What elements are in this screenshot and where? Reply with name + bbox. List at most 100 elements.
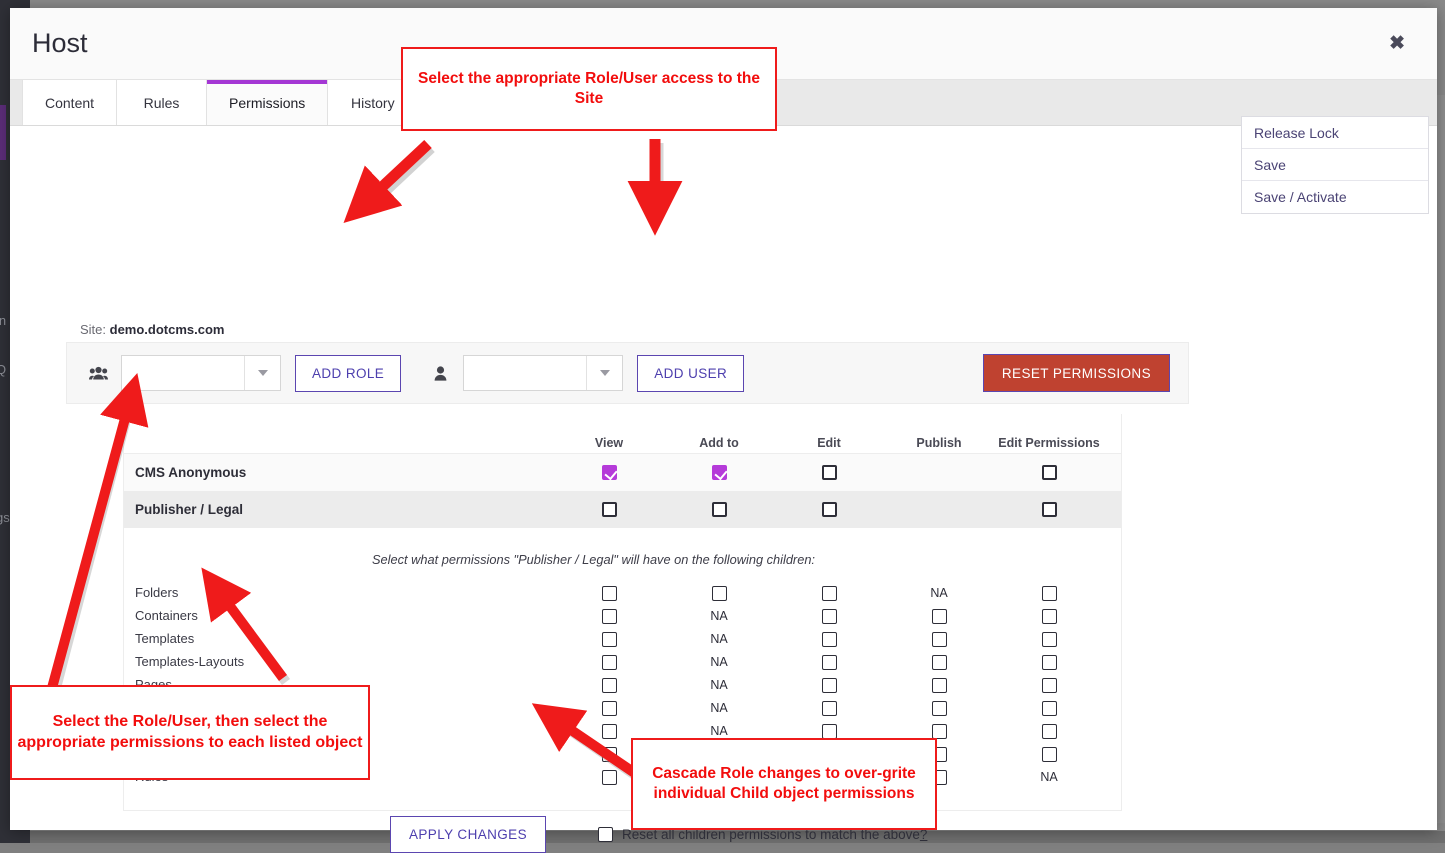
checkbox-edit-permissions[interactable] [1042, 609, 1057, 624]
checkbox-publish[interactable] [932, 655, 947, 670]
checkbox-view[interactable] [602, 586, 617, 601]
cell-view[interactable] [554, 676, 664, 692]
table-row[interactable]: CMS Anonymous [124, 454, 1121, 491]
cell-edit-permissions[interactable] [994, 745, 1104, 761]
cell-view[interactable] [554, 502, 664, 518]
action-release-lock[interactable]: Release Lock [1242, 117, 1428, 149]
checkbox-edit-permissions[interactable] [1042, 632, 1057, 647]
add-user-button[interactable]: ADD USER [637, 355, 744, 392]
cell-view[interactable] [554, 584, 664, 600]
role-name: Publisher / Legal [124, 502, 554, 517]
cell-add-to[interactable] [664, 465, 774, 481]
checkbox-publish[interactable] [932, 678, 947, 693]
checkbox-edit-permissions[interactable] [1042, 655, 1057, 670]
cell-publish[interactable] [884, 699, 994, 715]
action-panel: Release Lock Save Save / Activate [1241, 116, 1429, 214]
checkbox-edit[interactable] [822, 632, 837, 647]
checkbox-publish[interactable] [932, 724, 947, 739]
checkbox-view[interactable] [602, 502, 617, 517]
tab-rules[interactable]: Rules [117, 80, 207, 125]
cell-edit-permissions[interactable] [994, 465, 1104, 481]
checkbox-add-to[interactable] [712, 502, 727, 517]
user-icon [427, 366, 453, 381]
cell-edit[interactable] [774, 630, 884, 646]
apply-changes-button[interactable]: APPLY CHANGES [390, 816, 546, 853]
cell-edit-permissions[interactable] [994, 699, 1104, 715]
na-label: NA [710, 701, 727, 715]
cell-edit-permissions[interactable] [994, 502, 1104, 518]
site-label: Site: demo.dotcms.com [80, 322, 225, 337]
chevron-down-icon[interactable] [244, 356, 280, 390]
cell-edit-permissions[interactable] [994, 630, 1104, 646]
cell-publish[interactable] [884, 722, 994, 738]
cell-view[interactable] [554, 465, 664, 481]
checkbox-edit[interactable] [822, 724, 837, 739]
checkbox-edit[interactable] [822, 465, 837, 480]
cell-edit-permissions[interactable] [994, 584, 1104, 600]
cell-view[interactable] [554, 630, 664, 646]
cell-publish[interactable] [884, 630, 994, 646]
cell-edit[interactable] [774, 699, 884, 715]
checkbox-edit-permissions[interactable] [1042, 724, 1057, 739]
site-name: demo.dotcms.com [110, 322, 225, 337]
rail-fragment: gs [0, 510, 10, 525]
checkbox-edit[interactable] [822, 586, 837, 601]
add-role-button[interactable]: ADD ROLE [295, 355, 401, 392]
checkbox-edit-permissions[interactable] [1042, 502, 1057, 517]
close-icon[interactable]: ✖ [1383, 30, 1411, 57]
cell-edit[interactable] [774, 722, 884, 738]
checkbox-edit[interactable] [822, 502, 837, 517]
cell-edit[interactable] [774, 502, 884, 518]
cell-edit-permissions[interactable] [994, 676, 1104, 692]
tab-permissions[interactable]: Permissions [207, 80, 328, 125]
cell-add-to[interactable] [664, 502, 774, 518]
checkbox-publish[interactable] [932, 632, 947, 647]
cell-view[interactable] [554, 653, 664, 669]
action-save-activate[interactable]: Save / Activate [1242, 181, 1428, 213]
cell-edit-permissions[interactable] [994, 722, 1104, 738]
cell-publish[interactable] [884, 607, 994, 623]
action-save[interactable]: Save [1242, 149, 1428, 181]
checkbox-publish[interactable] [932, 701, 947, 716]
checkbox-view[interactable] [602, 678, 617, 693]
cell-edit[interactable] [774, 653, 884, 669]
checkbox-edit-permissions[interactable] [1042, 747, 1057, 762]
tab-content[interactable]: Content [22, 80, 117, 125]
cell-view[interactable] [554, 607, 664, 623]
user-combobox[interactable] [463, 355, 623, 391]
cell-edit-permissions[interactable] [994, 653, 1104, 669]
checkbox-view[interactable] [602, 655, 617, 670]
permission-toolbar: ADD ROLE ADD USER RESET PERMISSIONS [66, 342, 1189, 404]
reset-permissions-button[interactable]: RESET PERMISSIONS [983, 354, 1170, 392]
checkbox-edit-permissions[interactable] [1042, 586, 1057, 601]
checkbox-publish[interactable] [932, 609, 947, 624]
checkbox-edit-permissions[interactable] [1042, 701, 1057, 716]
cell-publish[interactable] [884, 676, 994, 692]
cascade-checkbox[interactable] [598, 827, 613, 842]
user-input[interactable] [464, 356, 586, 390]
cell-edit-permissions[interactable] [994, 607, 1104, 623]
cell-edit[interactable] [774, 465, 884, 481]
checkbox-add-to[interactable] [712, 586, 727, 601]
checkbox-view[interactable] [602, 632, 617, 647]
cell-publish[interactable] [884, 653, 994, 669]
checkbox-view[interactable] [602, 609, 617, 624]
column-header-view: View [554, 436, 664, 450]
table-row[interactable]: Publisher / Legal [124, 491, 1121, 528]
checkbox-add-to[interactable] [712, 465, 727, 480]
checkbox-edit[interactable] [822, 701, 837, 716]
cell-publish: NA [884, 585, 994, 600]
cell-add-to[interactable] [664, 584, 774, 600]
checkbox-edit-permissions[interactable] [1042, 678, 1057, 693]
checkbox-view[interactable] [602, 465, 617, 480]
checkbox-edit[interactable] [822, 678, 837, 693]
checkbox-edit[interactable] [822, 609, 837, 624]
annotation-arrow-role-row [30, 378, 160, 698]
checkbox-edit-permissions[interactable] [1042, 465, 1057, 480]
chevron-down-icon[interactable] [586, 356, 622, 390]
cell-edit[interactable] [774, 676, 884, 692]
cell-edit[interactable] [774, 584, 884, 600]
na-label: NA [930, 586, 947, 600]
checkbox-edit[interactable] [822, 655, 837, 670]
cell-edit[interactable] [774, 607, 884, 623]
